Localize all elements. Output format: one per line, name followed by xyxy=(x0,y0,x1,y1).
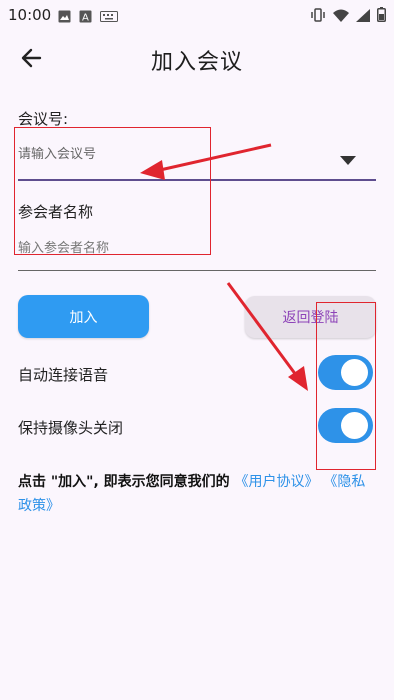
meeting-number-label: 会议号: xyxy=(18,110,69,128)
image-icon xyxy=(58,8,71,27)
wifi-icon xyxy=(333,7,349,26)
status-time: 10:00 xyxy=(8,6,52,24)
user-agreement-link[interactable]: 《用户协议》 xyxy=(235,474,319,490)
status-bar: 10:00 A xyxy=(0,0,394,30)
keyboard-icon xyxy=(100,8,118,27)
vibrate-icon xyxy=(310,7,326,26)
text-a-icon: A xyxy=(79,8,92,27)
annotation-box-form xyxy=(14,127,211,255)
annotation-box-toggles xyxy=(316,302,376,470)
page-title: 加入会议 xyxy=(150,50,243,75)
auto-connect-audio-label: 自动连接语音 xyxy=(18,366,109,384)
agreement-prefix: 点击 "加入", 即表示您同意我们的 xyxy=(18,474,230,490)
join-button[interactable]: 加入 xyxy=(18,295,149,338)
battery-icon xyxy=(377,7,386,26)
agreement-text: 点击 "加入", 即表示您同意我们的 《用户协议》 《隐私政策》 xyxy=(18,470,378,518)
dropdown-caret-icon[interactable] xyxy=(340,151,356,165)
app-bar: 加入会议 xyxy=(0,36,394,80)
name-input-underline xyxy=(18,270,376,271)
svg-text:A: A xyxy=(82,13,89,24)
signal-icon xyxy=(356,7,370,26)
keep-camera-off-label: 保持摄像头关闭 xyxy=(18,419,124,437)
